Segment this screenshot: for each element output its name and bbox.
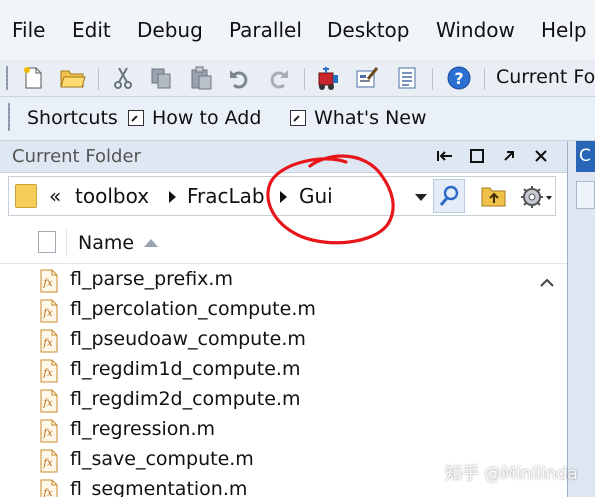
svg-text:fx: fx — [42, 398, 53, 409]
shortcut-link-icon — [290, 110, 306, 126]
shortcut-whats-new-label: What's New — [314, 107, 427, 129]
panel-title-bar: Current Folder — [0, 141, 567, 173]
menu-desktop[interactable]: Desktop — [327, 18, 409, 42]
current-folder-label: Current Fo — [496, 66, 595, 88]
command-window-tab[interactable]: C — [576, 141, 595, 172]
help-icon[interactable]: ? — [446, 65, 472, 91]
name-column-header[interactable]: Name — [78, 232, 134, 254]
shortcut-link-icon — [128, 110, 144, 126]
file-name: fl_save_compute.m — [70, 448, 254, 470]
maximize-icon[interactable] — [466, 145, 488, 167]
breadcrumb-toolbox[interactable]: toolbox — [75, 184, 149, 208]
file-row[interactable]: fx fl_parse_prefix.m — [0, 265, 530, 295]
menu-edit[interactable]: Edit — [72, 18, 111, 42]
search-button[interactable] — [433, 179, 465, 213]
scroll-up-icon[interactable] — [538, 275, 556, 289]
up-folder-icon — [481, 187, 506, 207]
svg-text:fx: fx — [42, 458, 53, 469]
paste-icon[interactable] — [188, 65, 214, 91]
cut-icon[interactable] — [110, 65, 136, 91]
gear-icon — [521, 186, 552, 208]
watermark: 知乎 @Minilinda — [445, 464, 578, 484]
svg-text:fx: fx — [42, 338, 53, 349]
profiler-icon[interactable] — [394, 65, 420, 91]
search-icon — [439, 185, 459, 206]
menu-help[interactable]: Help — [541, 18, 587, 42]
address-bar[interactable]: « toolbox FracLab Gui — [8, 176, 556, 216]
file-name: fl_regdim1d_compute.m — [70, 358, 301, 380]
matlab-function-file-icon: fx — [40, 419, 58, 443]
breadcrumb-overflow[interactable]: « — [49, 184, 61, 208]
svg-text:fx: fx — [42, 308, 53, 319]
close-icon[interactable] — [530, 145, 552, 167]
matlab-function-file-icon: fx — [40, 389, 58, 413]
undo-icon[interactable] — [226, 65, 252, 91]
menu-parallel[interactable]: Parallel — [229, 18, 302, 42]
file-row[interactable]: fx fl_regdim2d_compute.m — [0, 385, 530, 415]
matlab-function-file-icon: fx — [40, 269, 58, 293]
svg-text:fx: fx — [42, 368, 53, 379]
shortcuts-label[interactable]: Shortcuts — [27, 107, 118, 129]
file-row[interactable]: fx fl_regdim1d_compute.m — [0, 355, 530, 385]
toolbar: ? Current Fo — [0, 60, 595, 97]
menu-debug[interactable]: Debug — [137, 18, 203, 42]
info-icon — [576, 181, 595, 209]
toolbar-separator — [432, 68, 433, 90]
breadcrumb-gui[interactable]: Gui — [299, 184, 333, 208]
toolbar-grip[interactable] — [6, 66, 8, 90]
menu-window[interactable]: Window — [436, 18, 515, 42]
shortcut-how-to-add-label: How to Add — [152, 107, 262, 129]
menu-bar: File Edit Debug Parallel Desktop Window … — [0, 0, 595, 60]
minimize-icon[interactable] — [434, 145, 456, 167]
matlab-function-file-icon: fx — [40, 359, 58, 383]
matlab-function-file-icon: fx — [40, 449, 58, 473]
file-name: fl_regression.m — [70, 418, 215, 440]
toolbar-separator — [484, 68, 485, 90]
redo-icon[interactable] — [266, 65, 292, 91]
file-name: fl_segmentation.m — [70, 478, 248, 497]
menu-file[interactable]: File — [12, 18, 45, 42]
matlab-function-file-icon: fx — [40, 329, 58, 353]
toolbar-separator — [98, 68, 99, 90]
column-header-row: Name — [0, 223, 567, 264]
matlab-function-file-icon: fx — [40, 299, 58, 323]
simulink-icon[interactable] — [314, 65, 340, 91]
current-folder-panel: Current Folder « toolbox FracLab Gui Nam… — [0, 141, 568, 497]
file-row[interactable]: fx fl_pseudoaw_compute.m — [0, 325, 530, 355]
panel-title: Current Folder — [12, 146, 141, 167]
svg-text:fx: fx — [42, 428, 53, 439]
svg-text:fx: fx — [42, 488, 53, 497]
breadcrumb-fraclab[interactable]: FracLab — [187, 184, 265, 208]
open-folder-icon[interactable] — [60, 65, 86, 91]
svg-text:fx: fx — [42, 278, 53, 289]
breadcrumb-separator-icon[interactable] — [169, 191, 176, 203]
command-window-panel: C — [571, 141, 595, 497]
copy-icon[interactable] — [148, 65, 174, 91]
column-divider[interactable] — [66, 229, 67, 257]
folder-actions-button[interactable] — [519, 183, 553, 211]
undock-icon[interactable] — [498, 145, 520, 167]
history-dropdown-icon[interactable] — [415, 194, 427, 201]
guide-icon[interactable] — [354, 65, 380, 91]
file-row[interactable]: fx fl_percolation_compute.m — [0, 295, 530, 325]
up-folder-button[interactable] — [481, 185, 507, 207]
svg-text:?: ? — [454, 69, 463, 88]
file-row[interactable]: fx fl_regression.m — [0, 415, 530, 445]
shortcut-whats-new[interactable]: What's New — [290, 107, 427, 129]
folder-icon — [15, 184, 37, 208]
shortcuts-grip[interactable] — [8, 103, 10, 131]
file-name: fl_percolation_compute.m — [70, 298, 316, 320]
shortcut-how-to-add[interactable]: How to Add — [128, 107, 261, 129]
matlab-function-file-icon: fx — [40, 479, 58, 497]
toolbar-separator — [304, 68, 305, 90]
breadcrumb-separator-icon[interactable] — [280, 191, 287, 203]
new-file-icon[interactable] — [20, 65, 46, 91]
sort-ascending-icon[interactable] — [144, 239, 158, 247]
file-type-column-icon — [38, 231, 56, 253]
file-name: fl_pseudoaw_compute.m — [70, 328, 306, 350]
file-name: fl_regdim2d_compute.m — [70, 388, 301, 410]
file-name: fl_parse_prefix.m — [70, 268, 233, 290]
shortcuts-bar: Shortcuts How to Add What's New — [0, 97, 595, 141]
